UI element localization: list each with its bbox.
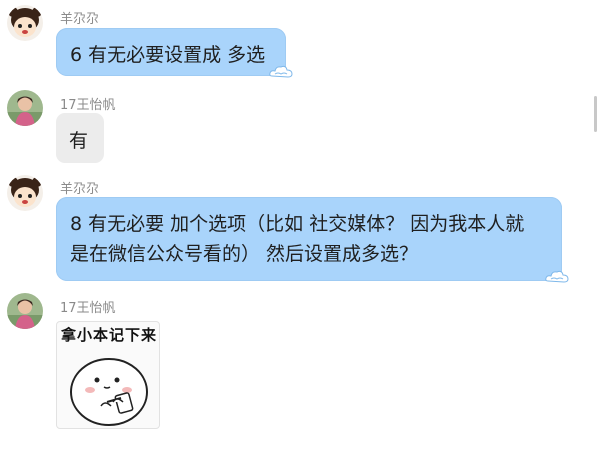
sender-name: 羊尕尕 <box>60 12 100 27</box>
sticker-caption: 拿小本记下来 <box>60 326 157 344</box>
message-text-line: 8 有无必要 加个选项（比如 社交媒体？ 因为我本人就 <box>70 213 525 235</box>
avatar-cartoon-girl[interactable] <box>7 175 43 211</box>
sender-name: 17王怡帆 <box>60 98 116 113</box>
chat-window: 羊尕尕 6 有无必要设置成 多选 17王怡帆 有 羊尕尕 8 有无必要 加个选项… <box>0 0 600 450</box>
scrollbar[interactable] <box>594 96 597 132</box>
message-text-line: 是在微信公众号看的） 然后设置成多选？ <box>70 243 419 265</box>
cloud-icon <box>545 270 569 283</box>
message-bubble[interactable]: 8 有无必要 加个选项（比如 社交媒体？ 因为我本人就 是在微信公众号看的） 然… <box>56 197 569 283</box>
avatar-cartoon-girl[interactable] <box>7 5 43 41</box>
notebook-sticker[interactable]: 拿小本记下来 <box>56 321 160 429</box>
cloud-icon <box>269 65 293 78</box>
avatar-photo[interactable] <box>7 293 43 329</box>
message-bubble[interactable]: 有 <box>56 113 104 163</box>
avatar-photo[interactable] <box>7 90 43 126</box>
message-text: 有 <box>69 130 89 152</box>
message-text: 6 有无必要设置成 多选 <box>70 44 266 66</box>
sender-name: 17王怡帆 <box>60 301 116 316</box>
message-bubble[interactable]: 6 有无必要设置成 多选 <box>56 28 293 78</box>
sender-name: 羊尕尕 <box>60 182 100 197</box>
